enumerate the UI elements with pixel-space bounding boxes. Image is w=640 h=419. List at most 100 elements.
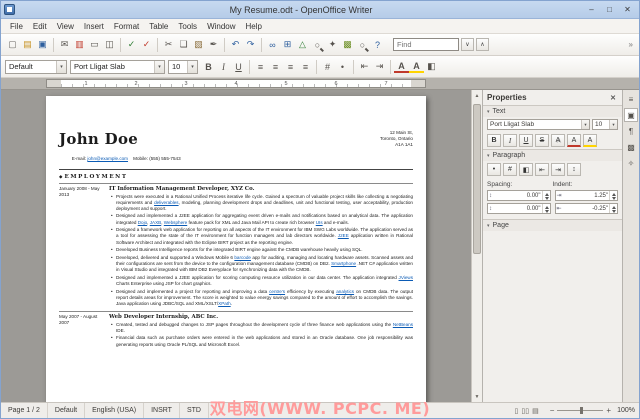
sidebar-line-spacing-button[interactable]: ↕ [567, 163, 581, 176]
find-next-button[interactable]: ∨ [461, 38, 474, 51]
align-center-icon[interactable]: ≡ [268, 59, 283, 74]
maximize-button[interactable]: □ [601, 3, 618, 16]
save-icon[interactable]: ▣ [35, 37, 50, 52]
sidebar-strikethrough-button[interactable]: S [535, 134, 549, 147]
status-language[interactable]: English (USA) [85, 403, 145, 418]
cut-icon[interactable]: ✂ [161, 37, 176, 52]
copy-icon[interactable]: ❏ [176, 37, 191, 52]
title-bar[interactable]: My Resume.odt - OpenOffice Writer – □ ✕ [1, 1, 639, 19]
document-hyperlink[interactable]: UIs [316, 220, 323, 225]
table-icon[interactable]: ⊞ [280, 37, 295, 52]
background-color-icon[interactable]: ◧ [424, 59, 439, 74]
new-document-icon[interactable]: ▢ [5, 37, 20, 52]
menu-item[interactable]: View [52, 21, 79, 32]
toolbar-overflow-icon[interactable]: » [627, 40, 635, 49]
spacing-below-input[interactable]: ↕ 0.00" [487, 203, 551, 214]
zoom-in-icon[interactable]: + [606, 406, 611, 415]
sidebar-font-name-select[interactable]: Port Lligat Slab ▾ [487, 119, 590, 130]
redo-icon[interactable]: ↷ [243, 37, 258, 52]
text-section-header[interactable]: ▾ Text [483, 105, 622, 117]
find-previous-button[interactable]: ∧ [476, 38, 489, 51]
document-hyperlink[interactable]: JAXB [150, 220, 162, 225]
minimize-button[interactable]: – [583, 3, 600, 16]
sidebar-bg-color-button[interactable]: ◧ [519, 163, 533, 176]
menu-item[interactable]: Insert [79, 21, 109, 32]
document-hyperlink[interactable]: centre's [269, 289, 285, 294]
tab-properties-icon[interactable]: ▣ [624, 108, 638, 122]
sidebar-italic-button[interactable]: I [503, 134, 517, 147]
zoom-slider[interactable]: − + [544, 406, 617, 415]
sidebar-font-color-button[interactable]: A [567, 134, 581, 147]
menu-item[interactable]: Table [144, 21, 173, 32]
indent-before-input[interactable]: ⇥ 1.25" [554, 190, 618, 201]
font-name-select[interactable]: Port Lligat Slab ▾ [70, 59, 165, 74]
increase-indent-icon[interactable]: ⇥ [372, 59, 387, 74]
menu-item[interactable]: Window [202, 21, 240, 32]
chevron-down-icon[interactable]: ▾ [187, 60, 197, 73]
chevron-down-icon[interactable]: ▾ [154, 60, 164, 73]
font-color-icon[interactable]: A [394, 60, 409, 73]
indent-first-line-input[interactable]: ⇤ -0.25" [554, 203, 618, 214]
document-hyperlink[interactable]: Websphere [164, 220, 187, 225]
justify-icon[interactable]: ≡ [298, 59, 313, 74]
view-multi-page-icon[interactable]: ▯▯ [521, 407, 529, 415]
status-page-style[interactable]: Default [48, 403, 86, 418]
align-left-icon[interactable]: ≡ [253, 59, 268, 74]
sidebar-bold-button[interactable]: B [487, 134, 501, 147]
menu-item[interactable]: File [5, 21, 28, 32]
zoom-icon[interactable]: ○ [355, 37, 370, 52]
page-section-header[interactable]: ▾ Page [483, 219, 622, 231]
sidebar-increase-indent-button[interactable]: ⇥ [551, 163, 565, 176]
underline-icon[interactable]: U [231, 59, 246, 74]
numbering-icon[interactable]: # [320, 59, 335, 74]
zoom-track[interactable] [557, 407, 604, 414]
zoom-out-icon[interactable]: − [550, 406, 555, 415]
spin-arrows[interactable] [609, 191, 617, 200]
gallery-icon[interactable]: ▩ [340, 37, 355, 52]
sidebar-decrease-indent-button[interactable]: ⇤ [535, 163, 549, 176]
tab-styles-icon[interactable]: ¶ [624, 124, 638, 138]
hyperlink-icon[interactable]: ∞ [265, 37, 280, 52]
sidebar-font-size-select[interactable]: 10 ▾ [592, 119, 618, 130]
find-input[interactable] [393, 38, 459, 51]
sidebar-bullets-button[interactable]: • [487, 163, 501, 176]
menu-item[interactable]: Tools [173, 21, 202, 32]
document-hyperlink[interactable]: barcode [234, 255, 251, 260]
align-right-icon[interactable]: ≡ [283, 59, 298, 74]
sidebar-shadow-button[interactable]: A [551, 134, 565, 147]
highlighting-icon[interactable]: A [409, 60, 424, 73]
view-book-icon[interactable]: ▤ [532, 407, 539, 415]
document-page[interactable]: John Doe 12 Main St, Toronto, Ontario A1A … [46, 96, 426, 402]
spacing-above-input[interactable]: ↕ 0.00" [487, 190, 551, 201]
scroll-up-icon[interactable]: ▲ [472, 90, 482, 101]
autospellcheck-icon[interactable]: ✓ [139, 37, 154, 52]
menu-item[interactable]: Format [109, 21, 144, 32]
sidebar-menu-icon[interactable]: ≡ [624, 92, 638, 106]
vertical-scrollbar[interactable]: ▲ ▼ [471, 90, 482, 402]
status-page[interactable]: Page 1 / 2 [1, 403, 48, 418]
zoom-level[interactable]: 100% [617, 407, 639, 414]
spellcheck-icon[interactable]: ✓ [124, 37, 139, 52]
document-hyperlink[interactable]: J2EE [338, 233, 349, 238]
paragraph-style-select[interactable]: Default ▾ [5, 59, 67, 74]
spin-arrows[interactable] [609, 204, 617, 213]
open-icon[interactable]: ▤ [20, 37, 35, 52]
draw-functions-icon[interactable]: △ [295, 37, 310, 52]
chevron-down-icon[interactable]: ▾ [581, 120, 589, 129]
scrollbar-thumb[interactable] [473, 104, 481, 254]
help-icon[interactable]: ? [370, 37, 385, 52]
menu-item[interactable]: Help [241, 21, 267, 32]
chevron-down-icon[interactable]: ▾ [56, 60, 66, 73]
status-insert-mode[interactable]: INSRT [144, 403, 180, 418]
export-pdf-icon[interactable]: ▥ [72, 37, 87, 52]
document-hyperlink[interactable]: NetBeans [393, 322, 413, 327]
email-icon[interactable]: ✉ [57, 37, 72, 52]
zoom-thumb[interactable] [580, 407, 584, 414]
paste-icon[interactable]: ▧ [191, 37, 206, 52]
navigator-icon[interactable]: ✦ [325, 37, 340, 52]
sidebar-numbering-button[interactable]: # [503, 163, 517, 176]
decrease-indent-icon[interactable]: ⇤ [357, 59, 372, 74]
tab-gallery-icon[interactable]: ▩ [624, 140, 638, 154]
document-hyperlink[interactable]: analytics [336, 289, 354, 294]
document-hyperlink[interactable]: Smartphone [331, 261, 356, 266]
